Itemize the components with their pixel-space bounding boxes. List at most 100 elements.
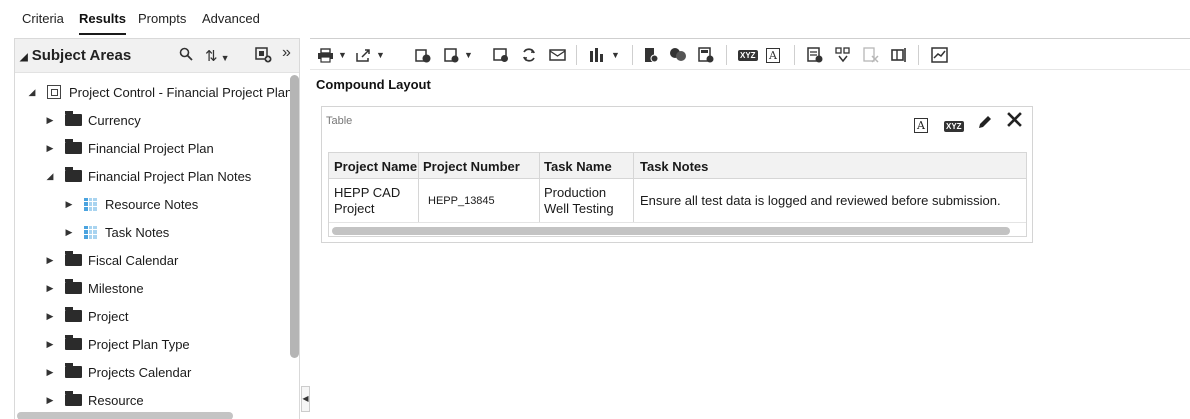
remove-button[interactable]: [863, 46, 879, 64]
text-format-icon: A: [766, 47, 780, 63]
format-data-button[interactable]: XYZ: [738, 46, 758, 64]
tree-item-label: Financial Project Plan Notes: [88, 168, 252, 184]
tree-item-currency[interactable]: ▶ Currency: [43, 108, 141, 132]
subject-areas-header: ◢ Subject Areas ⇅ ▼ »: [15, 39, 299, 73]
collapsed-triangle-icon[interactable]: ▶: [43, 255, 57, 266]
folder-icon: [65, 167, 82, 182]
tab-advanced[interactable]: Advanced: [202, 11, 260, 26]
tree-item-fiscal-calendar[interactable]: ▶ Fiscal Calendar: [43, 248, 178, 272]
collapsed-triangle-icon[interactable]: ▶: [62, 227, 76, 238]
edit-view-icon: [493, 48, 508, 62]
collapsed-triangle-icon[interactable]: ▶: [43, 143, 57, 154]
collapsed-triangle-icon[interactable]: ▶: [62, 199, 76, 210]
new-view-button[interactable]: ▼: [589, 46, 620, 64]
format-text-button[interactable]: A: [766, 46, 780, 64]
collapsed-triangle-icon[interactable]: ▶: [43, 283, 57, 294]
drill-icon: [835, 47, 850, 63]
collapsed-triangle-icon[interactable]: ▶: [43, 395, 57, 406]
analysis-properties-button[interactable]: [931, 46, 949, 64]
sort-icon[interactable]: ⇅ ▼: [205, 47, 230, 65]
remove-view-button[interactable]: [1006, 111, 1023, 133]
add-column-button[interactable]: [807, 46, 823, 64]
collapse-caret-icon[interactable]: ◢: [20, 52, 28, 63]
add-to-view-icon[interactable]: [255, 47, 272, 67]
close-icon: [1007, 112, 1022, 127]
schedule-icon: [415, 49, 431, 63]
tab-prompts[interactable]: Prompts: [138, 11, 186, 26]
subject-areas-title[interactable]: ◢ Subject Areas: [20, 47, 131, 64]
collapsed-triangle-icon[interactable]: ▶: [43, 311, 57, 322]
column-header-task-name[interactable]: Task Name: [539, 153, 633, 179]
panel-splitter-handle[interactable]: ◀: [301, 386, 310, 412]
tree-item-milestone[interactable]: ▶ Milestone: [43, 276, 144, 300]
row-divider: [329, 222, 1026, 223]
export-icon: [356, 48, 370, 62]
horizontal-scrollbar[interactable]: [17, 412, 233, 419]
tab-criteria[interactable]: Criteria: [22, 11, 64, 26]
combine-button[interactable]: [669, 46, 687, 64]
tree-item-financial-project-plan[interactable]: ▶ Financial Project Plan: [43, 136, 214, 160]
tree-item-root[interactable]: ◢ Project Control - Financial Project Pl…: [25, 80, 299, 104]
tree-item-label: Financial Project Plan: [88, 140, 214, 156]
tree-item-project-plan-type[interactable]: ▶ Project Plan Type: [43, 332, 190, 356]
analysis-properties-icon: [931, 47, 948, 63]
tree-item-label: Fiscal Calendar: [88, 252, 179, 268]
collapsed-triangle-icon[interactable]: ▶: [43, 115, 57, 126]
subject-areas-label: Subject Areas: [31, 47, 132, 64]
table-icon: [84, 225, 97, 239]
combine-icon: [670, 48, 686, 61]
print-button[interactable]: ▼: [317, 46, 347, 64]
tab-bar: Criteria Results Prompts Advanced: [0, 0, 1190, 38]
print-icon: [318, 47, 333, 63]
edit-view-button[interactable]: [493, 46, 509, 64]
tree-item-label: Project: [88, 308, 129, 324]
tree-item-financial-project-plan-notes[interactable]: ◢ Financial Project Plan Notes: [43, 164, 251, 188]
text-format-icon: A: [914, 118, 928, 133]
export-button[interactable]: ▼: [355, 46, 385, 64]
tree-item-resource-notes[interactable]: ▶ Resource Notes: [62, 192, 199, 216]
schedule-button[interactable]: [415, 46, 431, 64]
tree-item-projects-calendar[interactable]: ▶ Projects Calendar: [43, 360, 191, 384]
tree-item-resource[interactable]: ▶ Resource: [43, 388, 144, 412]
pencil-icon: [979, 116, 991, 128]
toolbar-separator: [726, 45, 727, 65]
folder-icon: [65, 363, 82, 378]
toolbar-separator: [632, 45, 633, 65]
tree-item-label: Project Plan Type: [88, 336, 190, 352]
tree-item-project[interactable]: ▶ Project: [43, 304, 128, 328]
toolbar-separator: [576, 45, 577, 65]
column-properties-button[interactable]: [891, 46, 909, 64]
results-table: Project Name Project Number Task Name Ta…: [328, 152, 1027, 237]
search-icon[interactable]: [179, 47, 193, 65]
expanded-triangle-icon[interactable]: ◢: [43, 171, 57, 182]
format-view-button[interactable]: XYZ: [944, 116, 964, 134]
table-icon: [84, 197, 97, 211]
vertical-scrollbar[interactable]: [290, 75, 299, 358]
format-container-button[interactable]: A: [914, 116, 928, 134]
tab-results[interactable]: Results: [79, 11, 126, 35]
add-view-button[interactable]: ▼: [444, 46, 473, 64]
drill-button[interactable]: [835, 46, 851, 64]
calculated-item-button[interactable]: [698, 46, 714, 64]
column-header-project-name[interactable]: Project Name: [329, 153, 418, 179]
toolbar-separator: [794, 45, 795, 65]
edit-view-pencil-button[interactable]: [976, 113, 994, 136]
add-filter-button[interactable]: [643, 46, 659, 64]
tree-item-label: Project Control - Financial Project Plan…: [69, 84, 299, 100]
refresh-button[interactable]: [521, 46, 537, 64]
folder-icon: [65, 307, 82, 322]
tree-item-task-notes[interactable]: ▶ Task Notes: [62, 220, 170, 244]
email-button[interactable]: [549, 46, 566, 64]
collapsed-triangle-icon[interactable]: ▶: [43, 339, 57, 350]
tree-item-label: Task Notes: [105, 224, 170, 240]
column-header-project-number[interactable]: Project Number: [418, 153, 539, 179]
table-horizontal-scrollbar[interactable]: [332, 227, 1010, 235]
collapsed-triangle-icon[interactable]: ▶: [43, 367, 57, 378]
expanded-triangle-icon[interactable]: ◢: [25, 87, 39, 98]
tree-item-label: Projects Calendar: [88, 364, 192, 380]
folder-icon: [65, 391, 82, 406]
table-cell-task-notes: Ensure all test data is logged and revie…: [640, 193, 1001, 208]
column-header-task-notes[interactable]: Task Notes: [633, 153, 1026, 179]
collapse-panel-icon[interactable]: »: [282, 44, 291, 62]
folder-icon: [65, 279, 82, 294]
